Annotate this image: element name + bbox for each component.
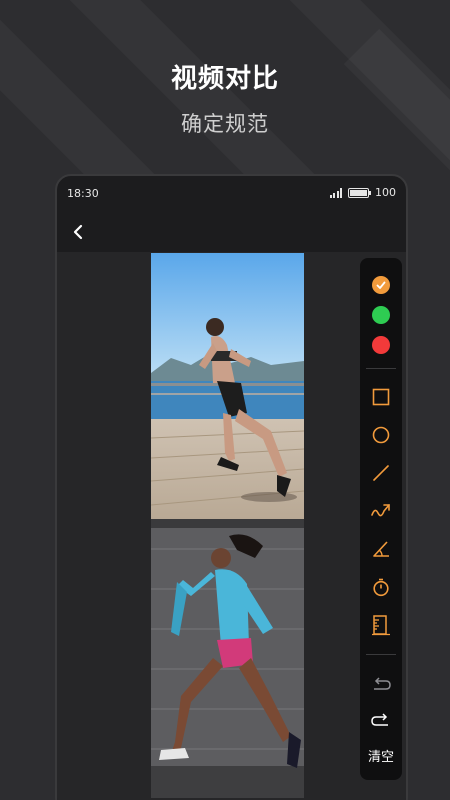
angle-tool[interactable]: [360, 534, 402, 564]
circle-icon: [372, 426, 390, 444]
redo-button[interactable]: [360, 706, 402, 736]
clear-button[interactable]: 清空: [360, 740, 402, 770]
battery-level: 100: [375, 186, 396, 199]
redo-icon: [371, 713, 388, 726]
freehand-arrow-icon: [371, 504, 390, 517]
check-icon: [376, 281, 386, 289]
ruler-icon: [372, 615, 390, 636]
phone-frame: 18:30 100 清空: [55, 174, 408, 800]
line-tool[interactable]: [360, 458, 402, 488]
status-bar: 18:30 100: [57, 176, 406, 212]
undo-button[interactable]: [360, 670, 402, 700]
runner-indoor-image: [151, 528, 304, 798]
runner-outdoor-image: [151, 253, 304, 519]
angle-icon: [373, 541, 389, 557]
undo-icon: [374, 677, 391, 690]
line-icon: [373, 465, 389, 481]
promo-title: 视频对比: [170, 64, 279, 94]
freehand-arrow-tool[interactable]: [360, 496, 402, 526]
status-time: 18:30: [67, 187, 99, 200]
ruler-tool[interactable]: [360, 610, 402, 640]
video-divider: [151, 519, 304, 528]
stopwatch-tool[interactable]: [360, 572, 402, 602]
rectangle-tool[interactable]: [360, 382, 402, 412]
toolbar-divider: [366, 368, 396, 369]
chevron-left-icon: [73, 224, 83, 240]
video-bottom[interactable]: [151, 528, 304, 798]
video-top[interactable]: [151, 253, 304, 519]
comparison-area: 清空: [57, 252, 406, 800]
app-bar: [57, 212, 406, 252]
rectangle-icon: [372, 388, 390, 406]
clear-label: 清空: [367, 749, 394, 765]
annotation-toolbar: 清空: [360, 258, 402, 780]
promo-subtitle: 确定规范: [181, 112, 269, 136]
color-orange-swatch: [372, 276, 390, 294]
status-indicators: 100: [329, 186, 396, 199]
color-orange-option[interactable]: [360, 270, 402, 300]
circle-tool[interactable]: [360, 420, 402, 450]
battery-icon: [348, 187, 371, 198]
color-green-swatch: [372, 306, 390, 324]
color-green-option[interactable]: [360, 300, 402, 330]
stopwatch-icon: [373, 578, 389, 597]
toolbar-divider: [366, 654, 396, 655]
back-button[interactable]: [65, 218, 93, 246]
color-red-swatch: [372, 336, 390, 354]
color-red-option[interactable]: [360, 330, 402, 360]
signal-icon: [329, 187, 342, 198]
